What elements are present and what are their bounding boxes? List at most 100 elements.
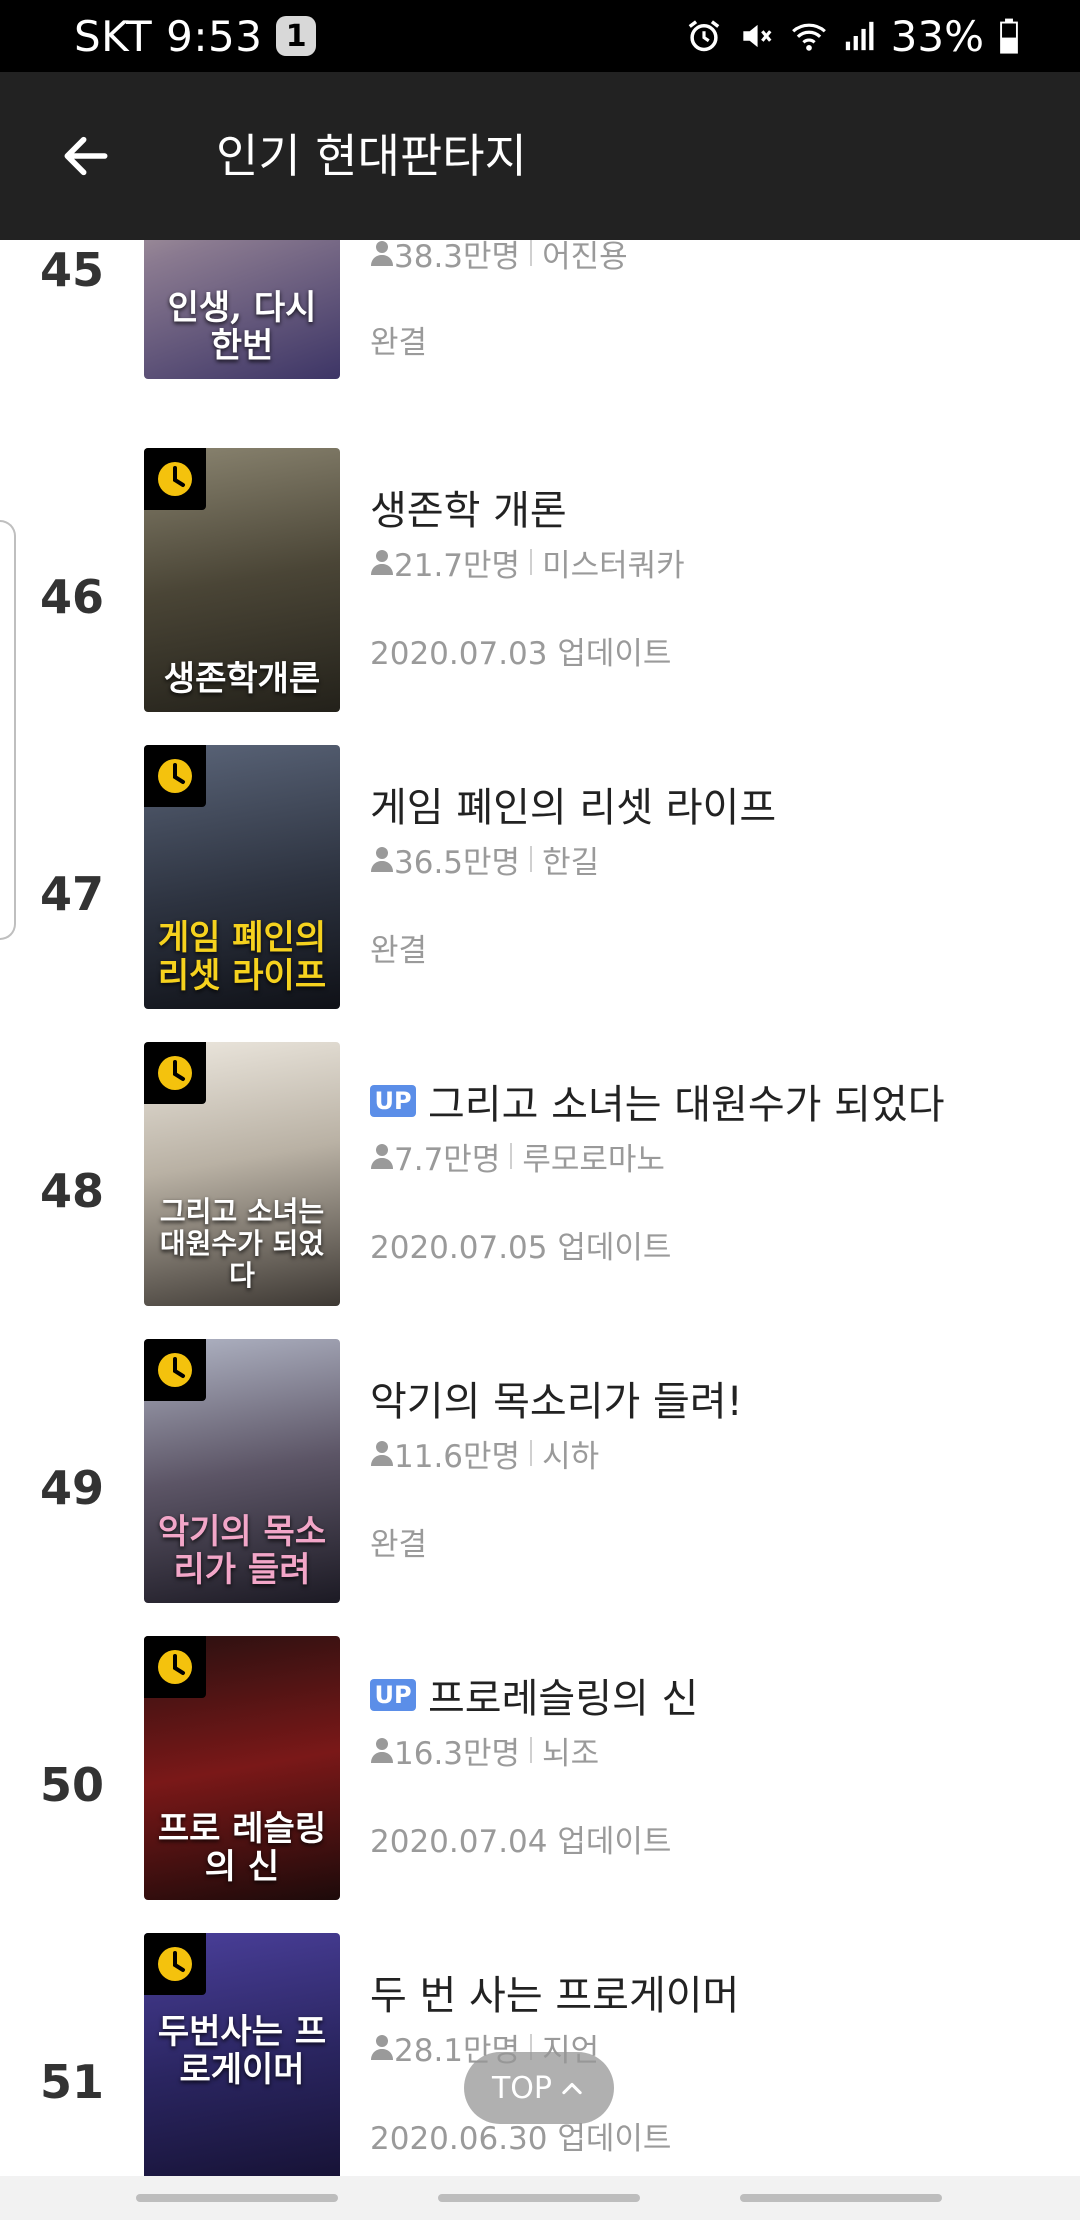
wait-free-icon — [144, 745, 206, 807]
item-info: UP 프로레슬링의 신 16.3만명 뇌조 2020.07.04 업데이트 — [370, 1666, 1060, 1860]
list-item[interactable]: 46 생존학개론 생존학 개론 21.7만명 미스터쿼카 2020.07.03 … — [0, 448, 1080, 745]
rank-number: 50 — [39, 1757, 104, 1812]
view-count: 11.6만명 — [394, 1438, 521, 1475]
item-title: 생존학 개론 — [370, 488, 567, 534]
signal-icon — [845, 21, 874, 51]
wait-free-icon — [144, 1636, 206, 1698]
rank-number: 47 — [39, 866, 104, 921]
person-icon — [371, 2035, 393, 2060]
wait-free-icon — [144, 1933, 206, 1995]
nav-home-button[interactable] — [438, 2194, 640, 2202]
list-item[interactable]: 47 게임 폐인의 리셋 라이프 게임 폐인의 리셋 라이프 36.5만명 한길… — [0, 745, 1080, 1042]
chevron-up-icon — [562, 2082, 582, 2095]
list-item[interactable]: 49 악기의 목소리가 들려 악기의 목소리가 들려! 11.6만명 시하 완결 — [0, 1339, 1080, 1636]
status-text: 완결 — [370, 1527, 428, 1563]
arrow-left-icon — [64, 136, 108, 176]
cover-image: 생존학개론 — [144, 448, 340, 712]
item-info: 생존학 개론 21.7만명 미스터쿼카 2020.07.03 업데이트 — [370, 478, 1060, 672]
author-name: 어진용 — [542, 240, 628, 275]
carrier-label: SKT — [74, 11, 153, 61]
author-name: 미스터쿼카 — [542, 547, 685, 584]
notification-badge: 1 — [276, 16, 317, 56]
back-button[interactable] — [52, 122, 120, 190]
edge-panel-handle[interactable] — [0, 520, 16, 940]
cover-image: 프로 레슬링의 신 — [144, 1636, 340, 1900]
person-icon — [371, 1738, 393, 1763]
meta-line: 16.3만명 뇌조 — [370, 1726, 1060, 1774]
cover-title: 악기의 목소리가 들려 — [157, 1512, 327, 1590]
view-count: 36.5만명 — [394, 844, 521, 881]
title-line: UP 그리고 소녀는 대원수가 되었다 — [370, 1072, 1060, 1130]
item-info: 두 번 사는 프로게이머 28.1만명 지언 2020.06.30 업데이트 — [370, 1963, 1060, 2157]
list-item[interactable]: 50 프로 레슬링의 신 UP 프로레슬링의 신 16.3만명 뇌조 2020.… — [0, 1636, 1080, 1933]
status-right: 33% — [685, 10, 1020, 62]
author-name: 시하 — [542, 1438, 600, 1475]
clock: 9:53 — [166, 11, 263, 61]
status-text: 완결 — [370, 933, 428, 969]
up-badge: UP — [370, 1679, 416, 1711]
nav-recent-button[interactable] — [136, 2194, 338, 2202]
cover-image: 그리고 소녀는 대원수가 되었다 — [144, 1042, 340, 1306]
person-icon — [371, 550, 393, 575]
person-icon — [371, 241, 393, 266]
title-line: UP 프로레슬링의 신 — [370, 1666, 1060, 1724]
view-count: 7.7만명 — [394, 1141, 501, 1178]
item-title: 그리고 소녀는 대원수가 되었다 — [428, 1082, 945, 1128]
cover-title: 인생, 다시 한번 — [167, 288, 317, 366]
item-title: 게임 폐인의 리셋 라이프 — [370, 785, 777, 831]
system-nav-bar — [0, 2176, 1080, 2220]
up-badge: UP — [370, 1085, 416, 1117]
author-name: 뇌조 — [542, 1735, 600, 1772]
meta-divider — [530, 1440, 533, 1466]
wifi-icon — [791, 23, 826, 51]
status-text: 완결 — [370, 325, 428, 361]
list-item[interactable]: 48 그리고 소녀는 대원수가 되었다 UP 그리고 소녀는 대원수가 되었다 … — [0, 1042, 1080, 1339]
status-text: 2020.07.03 업데이트 — [370, 636, 672, 672]
item-title: 프로레슬링의 신 — [428, 1676, 699, 1722]
meta-line: 36.5만명 한길 — [370, 835, 1060, 883]
rank-number: 46 — [39, 569, 104, 624]
item-title: 악기의 목소리가 들려! — [370, 1379, 743, 1425]
item-title: 두 번 사는 프로게이머 — [370, 1973, 740, 2019]
item-info: 악기의 목소리가 들려! 11.6만명 시하 완결 — [370, 1369, 1060, 1563]
rank-number: 48 — [39, 1163, 104, 1218]
author-name: 루모로마노 — [522, 1141, 665, 1178]
ranking-list: 45 인생, 다시 한번 38.3만명 어진용 완결 46 생존학개론 생존학 … — [0, 240, 1080, 2176]
title-line: 게임 폐인의 리셋 라이프 — [370, 775, 1060, 833]
battery-percent: 33% — [890, 11, 984, 61]
cover-title: 프로 레슬링의 신 — [157, 1809, 327, 1887]
item-info: 38.3만명 어진용 완결 — [370, 240, 1060, 361]
cover-image: 게임 폐인의 리셋 라이프 — [144, 745, 340, 1009]
view-count: 16.3만명 — [394, 1735, 521, 1772]
meta-line: 7.7만명 루모로마노 — [370, 1132, 1060, 1180]
title-line: 생존학 개론 — [370, 478, 1060, 536]
meta-divider — [530, 549, 533, 575]
meta-line: 11.6만명 시하 — [370, 1429, 1060, 1477]
meta-divider — [530, 240, 533, 266]
wait-free-icon — [144, 1339, 206, 1401]
meta-divider — [530, 846, 533, 872]
cover-title: 두번사는 프로게이머 — [157, 2012, 327, 2090]
item-info: UP 그리고 소녀는 대원수가 되었다 7.7만명 루모로마노 2020.07.… — [370, 1072, 1060, 1266]
status-text: 2020.07.04 업데이트 — [370, 1824, 672, 1860]
cover-image: 인생, 다시 한번 — [144, 240, 340, 379]
wait-free-icon — [144, 1042, 206, 1104]
cover-title: 게임 폐인의 리셋 라이프 — [157, 918, 327, 996]
title-line: 악기의 목소리가 들려! — [370, 1369, 1060, 1427]
status-bar: SKT 9:53 1 33% — [0, 0, 1080, 72]
app-bar: 인기 현대판타지 — [0, 72, 1080, 240]
battery-icon — [1000, 18, 1018, 54]
item-info: 게임 폐인의 리셋 라이프 36.5만명 한길 완결 — [370, 775, 1060, 969]
cover-title: 그리고 소녀는 대원수가 되었다 — [159, 1195, 325, 1292]
view-count: 21.7만명 — [394, 547, 521, 584]
nav-back-button[interactable] — [740, 2194, 942, 2202]
list-item[interactable]: 45 인생, 다시 한번 38.3만명 어진용 완결 — [0, 240, 1080, 412]
top-button-label: TOP — [491, 2070, 553, 2106]
cover-title: 생존학개론 — [163, 659, 321, 699]
rank-number: 49 — [39, 1460, 104, 1515]
mute-icon — [742, 24, 772, 48]
person-icon — [371, 847, 393, 872]
meta-divider — [530, 1737, 533, 1763]
person-icon — [371, 1441, 393, 1466]
scroll-top-button[interactable]: TOP — [464, 2052, 614, 2124]
